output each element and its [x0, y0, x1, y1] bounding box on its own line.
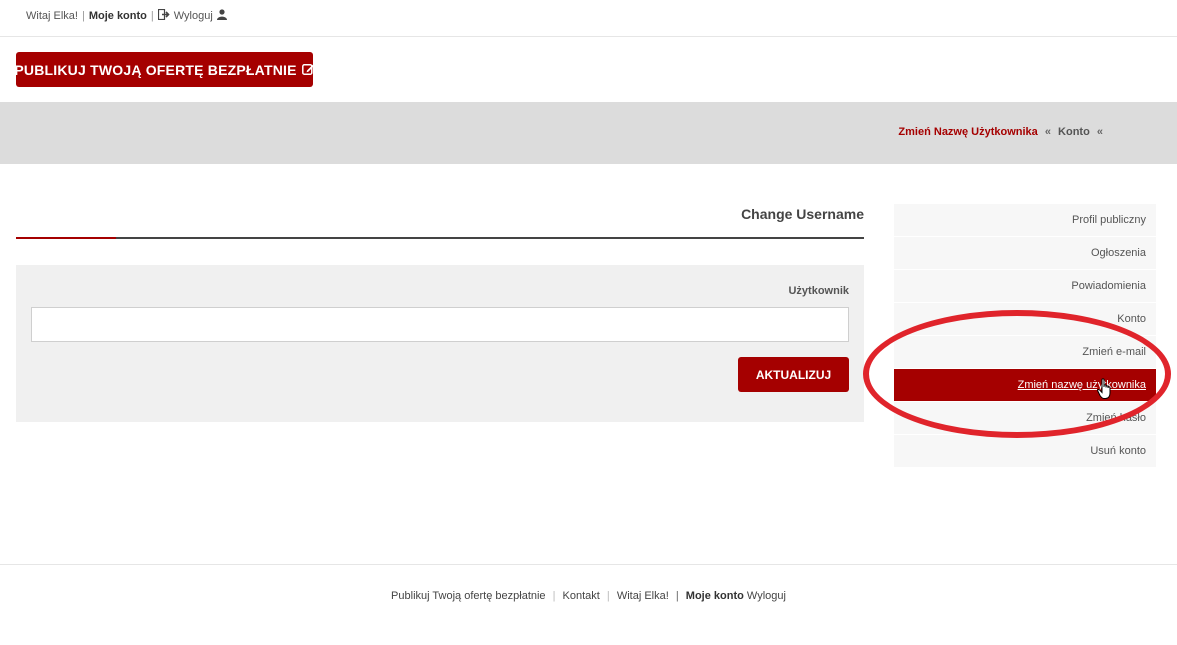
- username-label: Użytkownik: [788, 285, 849, 297]
- user-menu: Witaj Elka! | Moje konto | Wyloguj: [26, 8, 227, 23]
- username-input[interactable]: [31, 307, 849, 342]
- sidebar-item-change-password[interactable]: Zmień hasło: [894, 402, 1156, 435]
- footer-greeting: Witaj Elka!: [616, 590, 669, 602]
- sidebar-item-account[interactable]: Konto: [894, 303, 1156, 336]
- sidebar-item-change-email[interactable]: Zmień e-mail: [894, 336, 1156, 369]
- account-sidebar: Profil publiczny Ogłoszenia Powiadomieni…: [894, 204, 1156, 468]
- sidebar-item-listings[interactable]: Ogłoszenia: [894, 237, 1156, 270]
- title-divider: [16, 237, 864, 239]
- breadcrumb-account-link[interactable]: Konto: [1058, 126, 1090, 138]
- sidebar-item-notifications[interactable]: Powiadomienia: [894, 270, 1156, 303]
- footer-my-account-link[interactable]: Moje konto: [686, 590, 744, 602]
- user-icon[interactable]: [216, 9, 227, 23]
- title-divider-accent: [16, 237, 116, 239]
- footer-contact-link[interactable]: Kontakt: [563, 590, 600, 602]
- my-account-link[interactable]: Moje konto: [89, 10, 147, 22]
- sidebar-item-delete-account[interactable]: Usuń konto: [894, 435, 1156, 468]
- sign-out-icon[interactable]: [157, 8, 170, 23]
- footer-divider: [0, 564, 1177, 565]
- footer: Publikuj Twoją ofertę bezpłatnie | Konta…: [0, 590, 1177, 602]
- sidebar-item-public-profile[interactable]: Profil publiczny: [894, 204, 1156, 237]
- publish-offer-button[interactable]: PUBLIKUJ TWOJĄ OFERTĘ BEZPŁATNIE: [14, 52, 315, 87]
- breadcrumb-current: Zmień Nazwę Użytkownika: [898, 126, 1038, 138]
- change-username-form: Użytkownik AKTUALIZUJ: [16, 265, 864, 422]
- footer-separator: |: [552, 590, 556, 602]
- edit-icon: [301, 62, 315, 78]
- sidebar-item-change-username[interactable]: Zmień nazwę użytkownika: [894, 369, 1156, 402]
- separator: |: [81, 10, 85, 22]
- breadcrumb-bar: Zmień Nazwę Użytkownika « Konto «: [0, 102, 1177, 164]
- footer-publish-link[interactable]: Publikuj Twoją ofertę bezpłatnie: [391, 590, 546, 602]
- breadcrumb-separator: «: [1044, 126, 1051, 138]
- footer-logout-link[interactable]: Wyloguj: [747, 590, 786, 602]
- top-bar: Witaj Elka! | Moje konto | Wyloguj: [0, 0, 1177, 37]
- update-button[interactable]: AKTUALIZUJ: [738, 357, 849, 392]
- separator: |: [150, 10, 154, 22]
- breadcrumb-separator: «: [1096, 126, 1103, 138]
- footer-separator: |: [675, 590, 679, 602]
- page-title: Change Username: [741, 206, 864, 222]
- publish-offer-label: PUBLIKUJ TWOJĄ OFERTĘ BEZPŁATNIE: [14, 61, 297, 78]
- footer-separator: |: [606, 590, 610, 602]
- breadcrumb: Zmień Nazwę Użytkownika « Konto «: [898, 126, 1107, 138]
- greeting-text: Witaj Elka!: [26, 10, 78, 22]
- logout-link[interactable]: Wyloguj: [174, 10, 213, 22]
